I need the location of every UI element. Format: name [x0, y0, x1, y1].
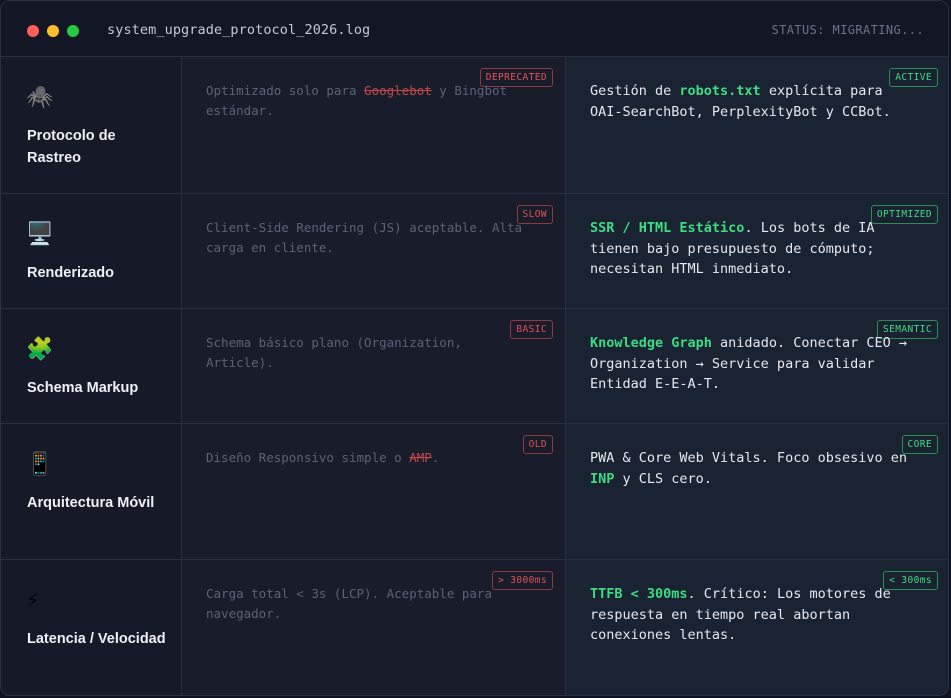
category-label: Arquitectura Móvil [27, 495, 155, 511]
category-cell: 🕷️ Protocolo de Rastreo [1, 57, 182, 193]
spider-icon: 🕷️ [26, 85, 54, 110]
table-row: 📱 Arquitectura Móvil OLD Diseño Responsi… [1, 424, 948, 560]
status-indicator: STATUS: MIGRATING... [771, 23, 924, 37]
upgrade-description: PWA & Core Web Vitals. Foco obsesivo en … [590, 450, 907, 487]
table-row: ⚡ Latencia / Velocidad > 3000ms Carga to… [1, 560, 948, 695]
legacy-cell: DEPRECATED Optimizado solo para Googlebo… [182, 57, 566, 193]
deprecated-term: AMP [409, 450, 432, 465]
category-label: Protocolo de Rastreo [27, 128, 116, 166]
legacy-cell: > 3000ms Carga total < 3s (LCP). Aceptab… [182, 560, 566, 695]
legacy-description: Carga total < 3s (LCP). Aceptable para n… [206, 586, 492, 621]
upgrade-description: SSR / HTML Estático. Los bots de IA tien… [590, 220, 875, 277]
legacy-description: Optimizado solo para Googlebot y Bingbot… [206, 83, 508, 118]
close-window-button[interactable] [27, 25, 39, 37]
legacy-cell: SLOW Client-Side Rendering (JS) aceptabl… [182, 194, 566, 308]
minimize-window-button[interactable] [47, 25, 59, 37]
category-cell: 🧩 Schema Markup [1, 309, 182, 423]
highlight-term: robots.txt [679, 83, 761, 99]
category-label: Latencia / Velocidad [27, 631, 166, 647]
title-bar: system_upgrade_protocol_2026.log STATUS:… [1, 1, 948, 57]
legacy-description: Diseño Responsivo simple o AMP. [206, 450, 440, 465]
category-cell: 🖥️ Renderizado [1, 194, 182, 308]
legacy-description: Schema básico plano (Organization, Artic… [206, 335, 462, 370]
category-label: Schema Markup [27, 380, 139, 396]
mobile-phone-icon: 📱 [26, 452, 54, 477]
upgrade-cell: ACTIVE Gestión de robots.txt explícita p… [566, 57, 948, 193]
table-row: 🖥️ Renderizado SLOW Client-Side Renderin… [1, 194, 948, 309]
upgrade-cell: OPTIMIZED SSR / HTML Estático. Los bots … [566, 194, 948, 308]
maximize-window-button[interactable] [67, 25, 79, 37]
table-row: 🕷️ Protocolo de Rastreo DEPRECATED Optim… [1, 57, 948, 194]
upgrade-cell: < 300ms TTFB < 300ms. Crítico: Los motor… [566, 560, 948, 695]
legacy-cell: BASIC Schema básico plano (Organization,… [182, 309, 566, 423]
puzzle-piece-icon: 🧩 [26, 337, 54, 362]
comparison-table: 🕷️ Protocolo de Rastreo DEPRECATED Optim… [1, 57, 948, 695]
legacy-badge: OLD [522, 435, 553, 454]
highlight-term: TTFB < 300ms [590, 586, 688, 602]
lightning-icon: ⚡ [26, 588, 40, 613]
desktop-computer-icon: 🖥️ [26, 222, 54, 247]
upgrade-cell: SEMANTIC Knowledge Graph anidado. Conect… [566, 309, 948, 423]
upgrade-description: Knowledge Graph anidado. Conectar CEO → … [590, 335, 907, 392]
category-label: Renderizado [27, 265, 115, 281]
legacy-cell: OLD Diseño Responsivo simple o AMP. [182, 424, 566, 559]
deprecated-term: Googlebot [364, 83, 432, 98]
category-cell: 📱 Arquitectura Móvil [1, 424, 182, 559]
upgrade-cell: CORE PWA & Core Web Vitals. Foco obsesiv… [566, 424, 948, 559]
highlight-term: SSR / HTML Estático [590, 220, 745, 236]
upgrade-description: TTFB < 300ms. Crítico: Los motores de re… [590, 586, 891, 643]
window-title: system_upgrade_protocol_2026.log [107, 22, 371, 38]
terminal-window: system_upgrade_protocol_2026.log STATUS:… [0, 0, 949, 696]
category-cell: ⚡ Latencia / Velocidad [1, 560, 182, 695]
upgrade-description: Gestión de robots.txt explícita para OAI… [590, 83, 891, 120]
legacy-description: Client-Side Rendering (JS) aceptable. Al… [206, 220, 523, 255]
table-row: 🧩 Schema Markup BASIC Schema básico plan… [1, 309, 948, 424]
highlight-term: INP [590, 470, 615, 487]
highlight-term: Knowledge Graph [590, 335, 712, 351]
